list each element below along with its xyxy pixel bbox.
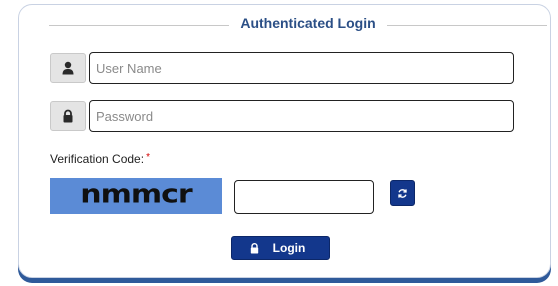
password-input[interactable] xyxy=(89,100,514,132)
refresh-captcha-button[interactable] xyxy=(390,180,415,206)
verification-code-input[interactable] xyxy=(234,180,374,214)
verification-code-label: Verification Code: * xyxy=(50,152,150,166)
captcha-text: nmmcr xyxy=(80,179,192,209)
lock-icon xyxy=(250,242,259,254)
legend-divider-left xyxy=(49,25,229,26)
login-button[interactable]: Login xyxy=(231,236,330,260)
user-icon xyxy=(50,53,86,83)
form-title: Authenticated Login xyxy=(240,15,376,31)
captcha-image: nmmcr xyxy=(50,178,222,214)
username-input[interactable] xyxy=(89,52,514,84)
legend-divider-right xyxy=(387,25,547,26)
password-field-group xyxy=(50,100,514,132)
verification-label-text: Verification Code: xyxy=(50,152,145,166)
required-mark: * xyxy=(146,152,150,163)
refresh-icon xyxy=(397,188,408,199)
login-button-label: Login xyxy=(272,241,306,255)
username-field-group xyxy=(50,52,514,84)
lock-icon xyxy=(50,101,86,131)
